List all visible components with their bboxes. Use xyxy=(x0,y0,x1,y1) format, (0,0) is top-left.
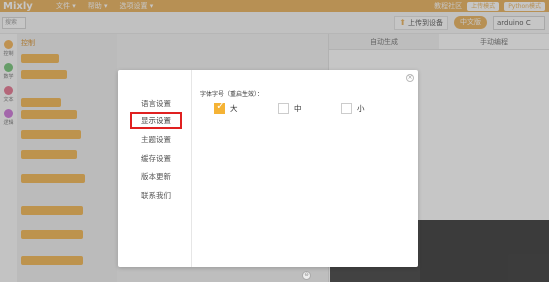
font-size-medium-label: 中 xyxy=(294,104,302,113)
nav-display-settings[interactable]: 显示设置 xyxy=(130,112,182,129)
font-size-small-option[interactable]: 小 xyxy=(341,103,365,114)
font-size-large-label: 大 xyxy=(230,104,238,113)
nav-version-update[interactable]: 版本更新 xyxy=(130,168,182,185)
check-icon: ✓ xyxy=(216,101,225,112)
font-size-small-checkbox[interactable] xyxy=(341,103,352,114)
nav-theme-settings[interactable]: 主题设置 xyxy=(130,131,182,148)
settings-dialog: × 语言设置 显示设置 主题设置 缓存设置 版本更新 联系我们 字体字号（重启生… xyxy=(118,70,418,267)
font-size-large-option[interactable]: ✓ 大 xyxy=(214,101,238,114)
nav-cache-settings[interactable]: 缓存设置 xyxy=(130,150,182,167)
nav-contact-us[interactable]: 联系我们 xyxy=(130,187,182,204)
font-size-heading: 字体字号（重启生效）： xyxy=(200,91,264,98)
font-size-medium-checkbox[interactable] xyxy=(278,103,289,114)
settings-nav: 语言设置 显示设置 主题设置 缓存设置 版本更新 联系我们 xyxy=(118,70,192,267)
display-settings-panel: 字体字号（重启生效）： ✓ 大 中 小 xyxy=(200,70,414,267)
font-size-small-label: 小 xyxy=(357,104,365,113)
zoom-icon[interactable]: ⊖ xyxy=(302,271,311,280)
font-size-large-checkbox[interactable]: ✓ xyxy=(214,101,225,114)
nav-language-settings[interactable]: 语言设置 xyxy=(130,95,182,112)
font-size-medium-option[interactable]: 中 xyxy=(278,103,302,114)
